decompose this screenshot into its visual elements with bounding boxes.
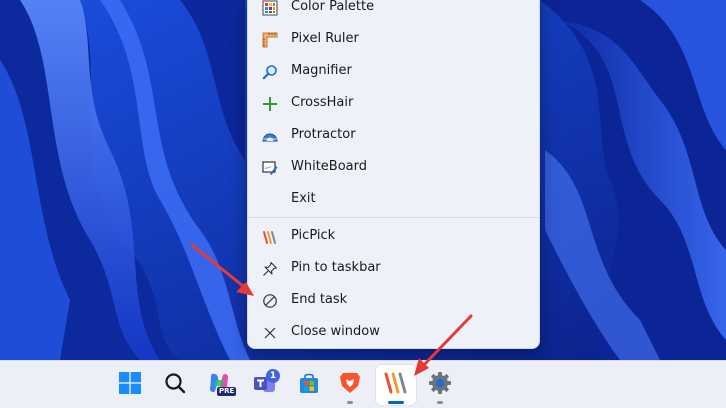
store-icon <box>298 372 320 398</box>
taskbar-brave-button[interactable] <box>330 365 370 405</box>
menu-item-label: Color Palette <box>291 0 375 14</box>
taskbar-search-button[interactable] <box>155 365 195 405</box>
menu-item-color-palette[interactable]: Color Palette <box>248 0 539 24</box>
taskbar-copilot-button[interactable]: PRE <box>199 365 239 405</box>
magnifier-icon <box>262 64 278 80</box>
menu-item-label: PicPick <box>291 228 336 243</box>
close-icon <box>262 325 278 341</box>
running-indicator <box>347 401 353 404</box>
notification-badge: 1 <box>266 369 280 383</box>
menu-item-label: Pixel Ruler <box>291 31 359 46</box>
menu-item-label: WhiteBoard <box>291 159 368 174</box>
menu-item-end-task[interactable]: End task <box>248 285 539 317</box>
menu-item-crosshair[interactable]: CrossHair <box>248 88 539 120</box>
protractor-icon <box>262 128 278 144</box>
menu-item-label: Exit <box>291 191 316 206</box>
search-icon <box>164 372 186 398</box>
menu-item-label: Magnifier <box>291 63 352 78</box>
whiteboard-icon <box>262 160 278 176</box>
pixel-ruler-icon <box>262 32 278 48</box>
active-indicator <box>388 401 404 404</box>
brave-icon <box>339 371 361 399</box>
menu-separator <box>248 217 539 218</box>
menu-item-close-window[interactable]: Close window <box>248 317 539 349</box>
taskbar-picpick-button[interactable] <box>376 365 416 405</box>
running-indicator <box>437 401 443 404</box>
menu-item-label: CrossHair <box>291 95 354 110</box>
picpick-icon <box>383 371 409 399</box>
picpick-icon <box>262 229 278 245</box>
taskbar-store-button[interactable] <box>289 365 329 405</box>
copilot-preview-tag: PRE <box>217 387 237 396</box>
windows-logo-icon <box>119 372 141 398</box>
end-task-icon <box>262 293 278 309</box>
context-menu: Color Palette Pixel Ruler Magnifier Cros… <box>247 0 540 349</box>
settings-icon <box>428 371 452 399</box>
taskbar: PRE 1 <box>0 360 726 408</box>
menu-item-exit[interactable]: Exit <box>248 184 539 216</box>
taskbar-teams-button[interactable]: 1 <box>244 365 284 405</box>
menu-item-label: End task <box>291 292 348 307</box>
menu-item-magnifier[interactable]: Magnifier <box>248 56 539 88</box>
menu-item-label: Pin to taskbar <box>291 260 381 275</box>
menu-item-picpick[interactable]: PicPick <box>248 221 539 253</box>
menu-item-pixel-ruler[interactable]: Pixel Ruler <box>248 24 539 56</box>
crosshair-icon <box>262 96 278 112</box>
menu-item-pin-to-taskbar[interactable]: Pin to taskbar <box>248 253 539 285</box>
pin-icon <box>262 261 278 277</box>
taskbar-settings-button[interactable] <box>420 365 460 405</box>
color-palette-icon <box>262 0 278 16</box>
taskbar-start-button[interactable] <box>110 365 150 405</box>
menu-item-whiteboard[interactable]: WhiteBoard <box>248 152 539 184</box>
menu-item-label: Protractor <box>291 127 356 142</box>
menu-item-protractor[interactable]: Protractor <box>248 120 539 152</box>
menu-item-label: Close window <box>291 324 380 339</box>
